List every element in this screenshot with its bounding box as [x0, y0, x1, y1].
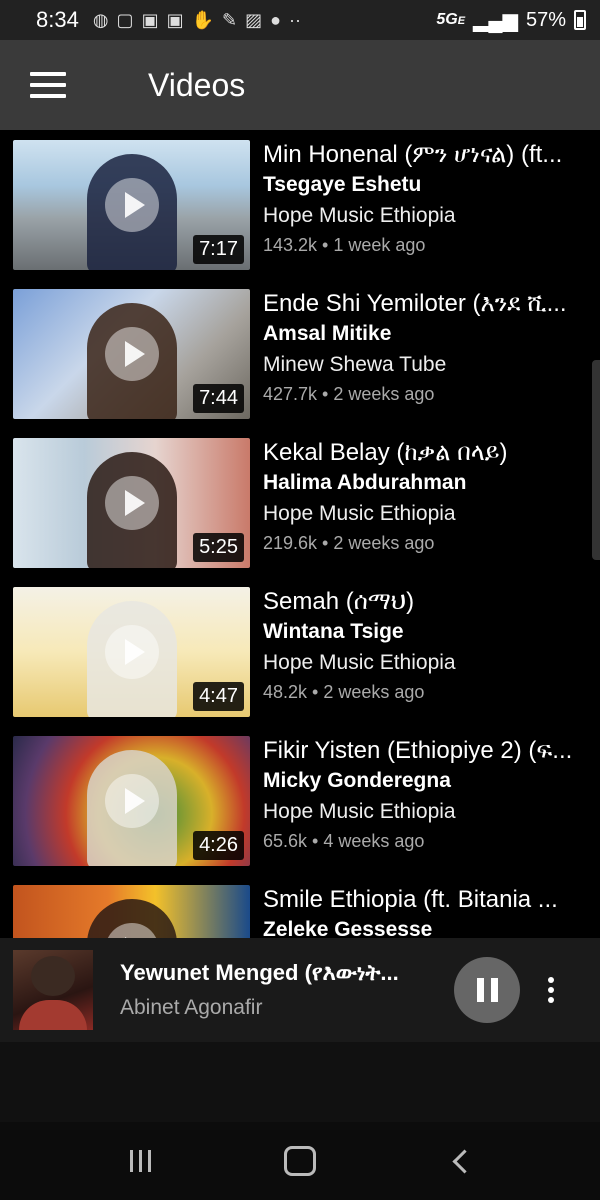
video-duration: 7:44 — [193, 384, 244, 413]
video-title[interactable]: Fikir Yisten (Ethiopiye 2) (ፍ... — [263, 736, 600, 766]
menu-icon[interactable] — [30, 72, 66, 98]
ball-icon: ● — [270, 9, 281, 30]
video-title[interactable]: Ende Shi Yemiloter (እንደ ሺ... — [263, 289, 600, 319]
mini-player-info[interactable]: Yewunet Menged (የእውነት... Abinet Agonafir — [120, 960, 420, 1020]
video-artist: Micky Gonderegna — [263, 769, 451, 792]
network-type: 5GE — [436, 11, 466, 28]
back-button[interactable] — [430, 1136, 490, 1186]
more-options-icon[interactable] — [548, 977, 554, 1003]
image-icon: ▨ — [245, 9, 263, 30]
video-artist: Amsal Mitike — [263, 322, 392, 345]
video-list[interactable]: 7:17 Min Honenal (ምን ሆነናል) (ft... Tsegay… — [0, 130, 600, 938]
app-bar: Videos — [0, 40, 600, 130]
video-thumbnail[interactable] — [13, 885, 250, 938]
mini-player-title: Yewunet Menged (የእውነት... — [120, 960, 399, 985]
play-icon — [104, 476, 159, 530]
home-button[interactable] — [270, 1136, 330, 1186]
play-icon — [104, 774, 159, 828]
home-icon — [284, 1146, 316, 1176]
video-title[interactable]: Min Honenal (ምን ሆነናል) (ft... — [263, 140, 600, 170]
video-item[interactable]: 4:47 Semah (ሰማህ) Wintana Tsige Hope Musi… — [0, 577, 600, 726]
wrench-icon: ✎ — [222, 9, 238, 30]
pause-button[interactable] — [454, 957, 520, 1023]
status-right: 5GE ▂▄▆ 57% — [436, 8, 586, 33]
page-title: Videos — [148, 66, 246, 103]
recents-icon — [129, 1150, 151, 1172]
video-channel: Hope Music Ethiopia — [263, 502, 456, 525]
video-channel: Hope Music Ethiopia — [263, 651, 456, 674]
video-item[interactable]: 5:25 Kekal Belay (ከቃል በላይ) Halima Abdura… — [0, 428, 600, 577]
notification-icon: ✋ — [191, 9, 215, 30]
video-channel: Minew Shewa Tube — [263, 353, 447, 376]
notification-icon: ▢ — [116, 9, 134, 30]
status-time: 8:34 — [36, 7, 79, 32]
play-icon — [104, 178, 159, 232]
video-channel: Hope Music Ethiopia — [263, 800, 456, 823]
video-duration: 7:17 — [193, 235, 244, 264]
video-duration: 4:26 — [193, 831, 244, 860]
signal-icon: ▂▄▆ — [473, 9, 518, 32]
notification-icon: ◍ — [92, 9, 109, 30]
video-artist: Wintana Tsige — [263, 620, 404, 643]
video-thumbnail[interactable]: 7:17 — [13, 140, 250, 270]
video-duration: 5:25 — [193, 533, 244, 562]
video-duration: 4:47 — [193, 682, 244, 711]
video-stats: 48.2k • 2 weeks ago — [263, 682, 425, 702]
video-item[interactable]: 4:26 Fikir Yisten (Ethiopiye 2) (ፍ... Mi… — [0, 726, 600, 875]
more-notifications-icon: ·· — [289, 9, 301, 30]
back-icon — [451, 1148, 477, 1174]
video-artist: Tsegaye Eshetu — [263, 173, 422, 196]
video-title[interactable]: Semah (ሰማህ) — [263, 587, 600, 617]
video-stats: 427.7k • 2 weeks ago — [263, 384, 435, 404]
video-channel: Hope Music Ethiopia — [263, 204, 456, 227]
empty-area — [0, 1042, 600, 1122]
status-bar: 8:34 ◍ ▢ ▣ ▣ ✋ ✎ ▨ ● ·· 5GE ▂▄▆ 57% — [0, 0, 600, 40]
video-stats: 219.6k • 2 weeks ago — [263, 533, 435, 553]
video-item[interactable]: 7:44 Ende Shi Yemiloter (እንደ ሺ... Amsal … — [0, 279, 600, 428]
video-thumbnail[interactable]: 4:47 — [13, 587, 250, 717]
mini-player-thumbnail[interactable] — [13, 950, 93, 1030]
system-nav-bar — [0, 1122, 600, 1200]
video-artist: Halima Abdurahman — [263, 471, 467, 494]
pause-icon — [476, 978, 484, 1002]
video-thumbnail[interactable]: 5:25 — [13, 438, 250, 568]
video-thumbnail[interactable]: 7:44 — [13, 289, 250, 419]
scroll-handle[interactable] — [592, 360, 600, 560]
play-icon — [104, 327, 159, 381]
video-title[interactable]: Kekal Belay (ከቃል በላይ) — [263, 438, 600, 468]
mini-player[interactable]: Yewunet Menged (የእውነት... Abinet Agonafir — [0, 938, 600, 1042]
mini-player-artist: Abinet Agonafir — [120, 996, 263, 1019]
notification-icons: ◍ ▢ ▣ ▣ ✋ ✎ ▨ ● ·· — [93, 10, 301, 31]
video-item[interactable]: 7:17 Min Honenal (ምን ሆነናል) (ft... Tsegay… — [0, 130, 600, 279]
video-title[interactable]: Smile Ethiopia (ft. Bitania ... — [263, 885, 600, 915]
play-icon — [104, 625, 159, 679]
video-thumbnail[interactable]: 4:26 — [13, 736, 250, 866]
battery-icon — [574, 10, 586, 30]
notification-icon: ▣ — [141, 9, 159, 30]
video-item[interactable]: Smile Ethiopia (ft. Bitania ... Zeleke G… — [0, 875, 600, 938]
notification-icon: ▣ — [166, 9, 184, 30]
video-artist: Zeleke Gessesse — [263, 918, 433, 938]
video-stats: 65.6k • 4 weeks ago — [263, 831, 425, 851]
battery-percent: 57% — [525, 8, 566, 31]
recents-button[interactable] — [110, 1136, 170, 1186]
video-stats: 143.2k • 1 week ago — [263, 235, 426, 255]
